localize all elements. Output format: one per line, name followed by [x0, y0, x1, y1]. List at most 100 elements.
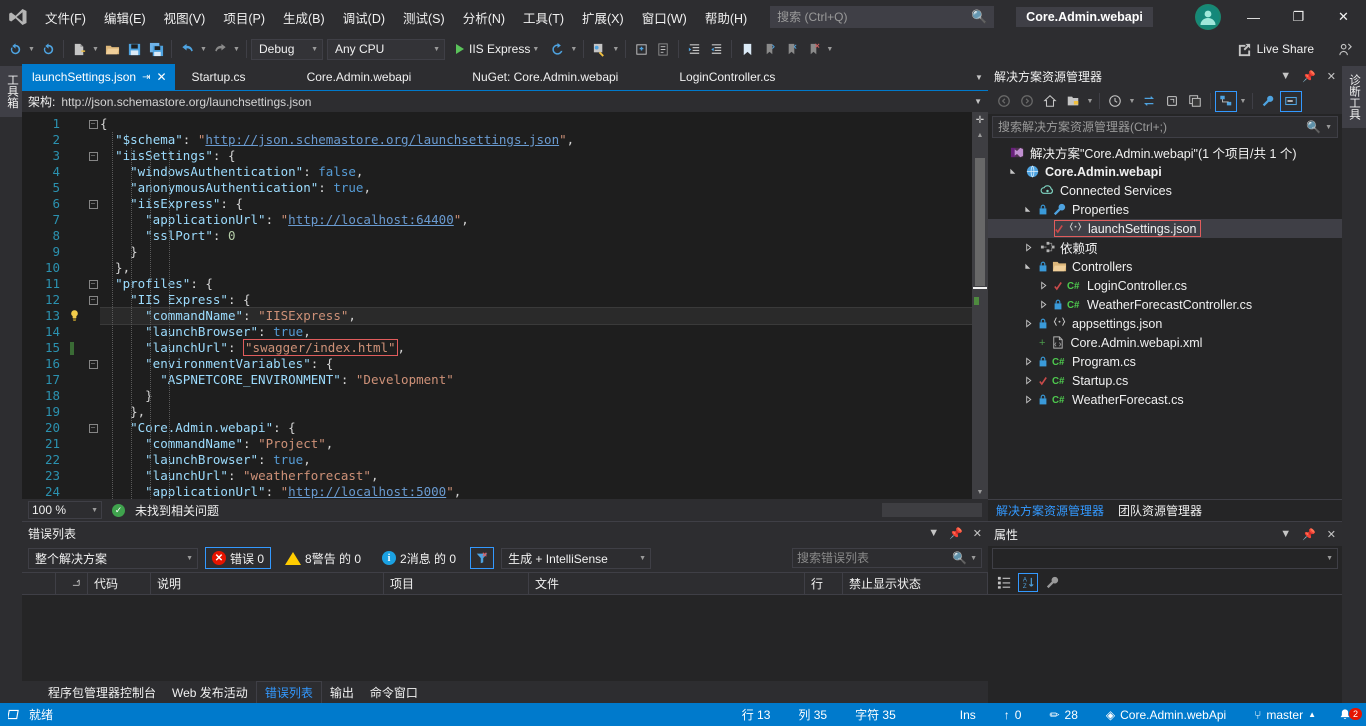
branch-selector[interactable]: ⑂ master ▲ — [1240, 708, 1330, 722]
close-icon[interactable]: ✕ — [1327, 528, 1336, 541]
code-line[interactable]: { — [100, 116, 972, 132]
close-button[interactable]: ✕ — [1321, 2, 1366, 32]
live-share-button[interactable]: Live Share — [1229, 39, 1322, 60]
code-line[interactable]: "iisExpress": { — [100, 196, 972, 212]
glyph-margin-cell[interactable] — [66, 148, 86, 164]
collapse-icon[interactable]: − — [89, 200, 98, 209]
undo-icon[interactable] — [176, 38, 198, 60]
menu-item-edit[interactable]: 编辑(E) — [95, 0, 155, 34]
bottom-tab-output[interactable]: 输出 — [322, 682, 362, 703]
fold-cell[interactable] — [86, 308, 100, 324]
redo-icon[interactable] — [209, 38, 231, 60]
glyph-margin-cell[interactable] — [66, 308, 86, 324]
tree-item[interactable]: 解决方案"Core.Admin.webapi"(1 个项目/共 1 个) — [988, 143, 1342, 162]
fold-cell[interactable] — [86, 404, 100, 420]
solution-explorer-tree[interactable]: 解决方案"Core.Admin.webapi"(1 个项目/共 1 个)Core… — [988, 140, 1342, 499]
home-icon[interactable] — [1039, 91, 1061, 112]
chevron-down-icon[interactable]: ▼ — [974, 97, 982, 106]
menu-item-project[interactable]: 项目(P) — [214, 0, 274, 34]
column-header-blank[interactable] — [22, 573, 56, 594]
glyph-margin-cell[interactable] — [66, 484, 86, 499]
column-header-sort[interactable] — [56, 573, 88, 594]
zoom-level-combo[interactable]: 100 % ▼ — [28, 501, 102, 519]
folding-margin[interactable]: −−−−−−− — [86, 112, 100, 499]
menu-item-tools[interactable]: 工具(T) — [514, 0, 573, 34]
start-debugging-button[interactable]: IIS Express ▼ — [451, 38, 546, 60]
tab-solution-explorer[interactable]: 解决方案资源管理器 — [992, 500, 1108, 522]
collapse-twisty-icon[interactable] — [1037, 281, 1050, 290]
scroll-up-arrow-icon[interactable]: ▲ — [972, 128, 988, 142]
bottom-tab-package-manager-console[interactable]: 程序包管理器控制台 — [40, 682, 164, 703]
tree-item[interactable]: appsettings.json — [988, 314, 1342, 333]
collapse-twisty-icon[interactable] — [1037, 300, 1050, 309]
glyph-margin-cell[interactable] — [66, 468, 86, 484]
scrollbar-thumb[interactable] — [975, 158, 985, 286]
tree-item[interactable]: Properties — [988, 200, 1342, 219]
code-line[interactable]: "Core.Admin.webapi": { — [100, 420, 972, 436]
step-over-icon[interactable] — [652, 38, 674, 60]
categorized-view-icon[interactable] — [994, 573, 1014, 592]
fold-cell[interactable] — [86, 388, 100, 404]
code-line[interactable]: } — [100, 388, 972, 404]
fold-cell[interactable] — [86, 484, 100, 499]
editor-tab-core-admin-webapi[interactable]: Core.Admin.webapi — [277, 64, 443, 90]
fold-cell[interactable] — [86, 228, 100, 244]
code-surface[interactable]: 123456789101112131415161718192021222324 … — [22, 112, 972, 499]
select-tool-caret-icon[interactable]: ▼ — [610, 38, 621, 60]
insert-mode[interactable]: Ins — [910, 708, 990, 722]
error-list-search[interactable]: 🔍 ▼ — [792, 548, 982, 568]
collapse-twisty-icon[interactable] — [1022, 376, 1035, 385]
properties-wrench-icon[interactable] — [1257, 91, 1279, 112]
fold-cell[interactable]: − — [86, 276, 100, 292]
error-list-search-input[interactable] — [797, 551, 952, 565]
menu-item-debug[interactable]: 调试(D) — [334, 0, 394, 34]
glyph-margin-cell[interactable] — [66, 436, 86, 452]
glyph-margin-cell[interactable] — [66, 372, 86, 388]
menu-item-test[interactable]: 测试(S) — [394, 0, 454, 34]
collapse-twisty-icon[interactable] — [1022, 357, 1035, 366]
lightbulb-icon[interactable] — [68, 309, 81, 322]
editor-vertical-scrollbar[interactable]: ✛ ▲ ▼ — [972, 112, 988, 499]
next-bookmark-icon[interactable] — [780, 38, 802, 60]
close-icon[interactable]: ✕ — [156, 70, 166, 84]
undo-caret-icon[interactable]: ▼ — [198, 38, 209, 60]
dock-dropdown-icon[interactable]: ▼ — [1280, 528, 1291, 540]
solution-explorer-search[interactable]: 🔍 ▼ — [992, 116, 1338, 138]
pin-icon[interactable]: 📌 — [1302, 70, 1316, 83]
menu-item-help[interactable]: 帮助(H) — [696, 0, 756, 34]
pin-icon[interactable]: 📌 — [1302, 528, 1316, 541]
glyph-margin-cell[interactable] — [66, 180, 86, 196]
schema-value[interactable]: http://json.schemastore.org/launchsettin… — [61, 95, 311, 109]
column-header-code[interactable]: 代码 — [88, 573, 151, 594]
collapse-twisty-icon[interactable] — [1022, 395, 1035, 404]
collapse-icon[interactable]: − — [89, 296, 98, 305]
navigate-backward-caret-icon[interactable]: ▼ — [26, 38, 37, 60]
open-file-icon[interactable] — [101, 38, 123, 60]
collapse-twisty-icon[interactable] — [1022, 319, 1035, 328]
hot-reload-icon[interactable] — [546, 38, 568, 60]
glyph-margin-cell[interactable] — [66, 324, 86, 340]
tree-item[interactable]: C#WeatherForecastController.cs — [988, 295, 1342, 314]
code-lines[interactable]: { "$schema": "http://json.schemastore.or… — [100, 112, 972, 499]
chevron-down-icon[interactable]: ▼ — [1325, 124, 1332, 131]
code-editor[interactable]: 123456789101112131415161718192021222324 … — [22, 112, 988, 499]
collapse-icon[interactable]: − — [89, 120, 98, 129]
glyph-margin[interactable] — [66, 112, 86, 499]
code-line[interactable]: "sslPort": 0 — [100, 228, 972, 244]
minimize-button[interactable]: — — [1231, 2, 1276, 32]
maximize-button[interactable]: ❐ — [1276, 2, 1321, 32]
pending-changes[interactable]: ✏ 28 — [1035, 708, 1091, 722]
select-tool-icon[interactable] — [588, 38, 610, 60]
build-intellisense-combo[interactable]: 生成 + IntelliSense ▼ — [501, 548, 651, 569]
code-line[interactable]: } — [100, 244, 972, 260]
alphabetical-view-icon[interactable]: AZ — [1018, 573, 1038, 592]
glyph-margin-cell[interactable] — [66, 340, 86, 356]
toolbar-overflow-icon[interactable]: ▼ — [824, 38, 835, 60]
collapse-twisty-icon[interactable] — [1022, 243, 1035, 252]
notifications-button[interactable]: 2 — [1330, 708, 1366, 722]
tree-item[interactable]: C#WeatherForecast.cs — [988, 390, 1342, 409]
glyph-margin-cell[interactable] — [66, 260, 86, 276]
previous-bookmark-icon[interactable] — [758, 38, 780, 60]
code-line[interactable]: "windowsAuthentication": false, — [100, 164, 972, 180]
code-line[interactable]: "anonymousAuthentication": true, — [100, 180, 972, 196]
